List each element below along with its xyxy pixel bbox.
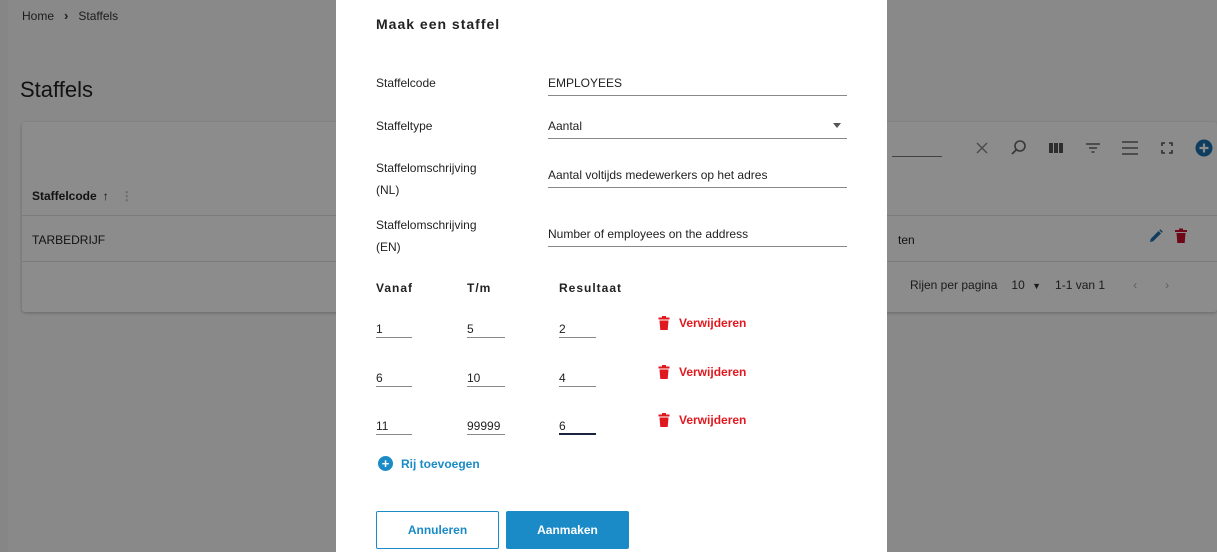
- staffeltype-label: Staffeltype: [376, 119, 433, 133]
- column-header-tm: T/m: [467, 281, 492, 295]
- remove-label: Verwijderen: [679, 413, 747, 427]
- row-2-to-input[interactable]: 10: [467, 365, 505, 387]
- dropdown-arrow-icon: [833, 123, 841, 128]
- description-en-label-line1: Staffelomschrijving: [376, 218, 477, 232]
- row-1-remove-button[interactable]: Verwijderen: [658, 316, 746, 330]
- description-nl-label-line2: (NL): [376, 183, 400, 197]
- row-1-result-input[interactable]: 2: [559, 316, 596, 338]
- row-1-to-input[interactable]: 5: [467, 316, 505, 338]
- row-3-remove-button[interactable]: Verwijderen: [658, 413, 746, 427]
- row-2-remove-button[interactable]: Verwijderen: [658, 365, 746, 379]
- row-3-from-input[interactable]: 11: [376, 413, 412, 435]
- trash-icon: [658, 413, 670, 427]
- row-3-to-input[interactable]: 99999: [467, 413, 505, 435]
- staffelcode-input[interactable]: EMPLOYEES: [548, 74, 847, 96]
- staffelcode-label: Staffelcode: [376, 76, 436, 90]
- row-2-from-input[interactable]: 6: [376, 365, 412, 387]
- dialog-title: Maak een staffel: [376, 16, 501, 32]
- column-header-resultaat: Resultaat: [559, 281, 623, 295]
- create-button[interactable]: Aanmaken: [506, 511, 629, 549]
- remove-label: Verwijderen: [679, 365, 747, 379]
- add-circle-icon: +: [378, 456, 393, 471]
- row-3-result-input[interactable]: 6: [559, 413, 596, 435]
- trash-icon: [658, 316, 670, 330]
- add-row-label: Rij toevoegen: [401, 456, 480, 471]
- row-1-from-input[interactable]: 1: [376, 316, 412, 338]
- description-en-label-line2: (EN): [376, 240, 401, 254]
- description-en-label: Staffelomschrijving (EN): [376, 214, 516, 258]
- add-row-button[interactable]: + Rij toevoegen: [378, 456, 480, 471]
- description-nl-label-line1: Staffelomschrijving: [376, 161, 477, 175]
- description-nl-input[interactable]: Aantal voltijds medewerkers op het adres: [548, 166, 847, 188]
- staffeltype-select[interactable]: Aantal: [548, 117, 847, 139]
- cancel-button[interactable]: Annuleren: [376, 511, 499, 549]
- description-nl-label: Staffelomschrijving (NL): [376, 157, 516, 201]
- remove-label: Verwijderen: [679, 316, 747, 330]
- description-en-input[interactable]: Number of employees on the address: [548, 225, 847, 247]
- row-2-result-input[interactable]: 4: [559, 365, 596, 387]
- staffeltype-value: Aantal: [548, 119, 583, 133]
- trash-icon: [658, 365, 670, 379]
- create-staffel-dialog: Maak een staffel Staffelcode EMPLOYEES S…: [336, 0, 887, 552]
- column-header-vanaf: Vanaf: [376, 281, 414, 295]
